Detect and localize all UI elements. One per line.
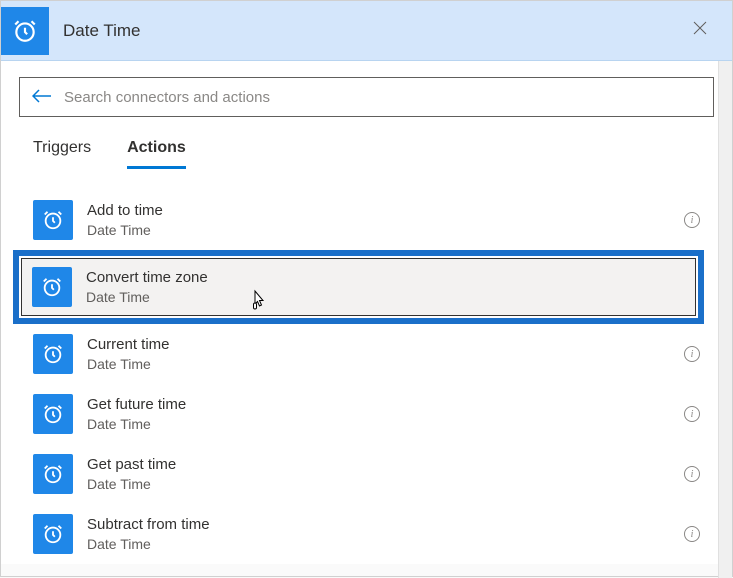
clock-icon xyxy=(42,463,64,485)
action-title: Subtract from time xyxy=(87,515,676,535)
action-title: Convert time zone xyxy=(86,268,685,288)
action-current-time[interactable]: Current time Date Time i xyxy=(19,324,714,384)
action-add-to-time[interactable]: Add to time Date Time i xyxy=(19,190,714,250)
action-title: Get future time xyxy=(87,395,676,415)
action-convert-time-zone-highlight: Convert time zone Date Time xyxy=(13,250,704,324)
action-get-past-time[interactable]: Get past time Date Time i xyxy=(19,444,714,504)
action-get-future-time[interactable]: Get future time Date Time i xyxy=(19,384,714,444)
action-icon xyxy=(33,394,73,434)
action-subtitle: Date Time xyxy=(87,475,676,493)
back-arrow-icon[interactable] xyxy=(32,87,52,108)
tab-actions[interactable]: Actions xyxy=(127,139,186,167)
action-subtitle: Date Time xyxy=(87,535,676,553)
info-icon[interactable]: i xyxy=(684,406,700,422)
action-icon xyxy=(33,514,73,554)
search-box[interactable] xyxy=(19,77,714,117)
dialog-title: Date Time xyxy=(63,21,140,41)
info-icon[interactable]: i xyxy=(684,466,700,482)
close-button[interactable] xyxy=(686,14,714,47)
clock-icon xyxy=(41,276,63,298)
action-title: Get past time xyxy=(87,455,676,475)
action-subtitle: Date Time xyxy=(87,415,676,433)
connector-icon xyxy=(1,7,49,55)
clock-icon xyxy=(42,209,64,231)
action-subtitle: Date Time xyxy=(87,221,676,239)
action-convert-time-zone[interactable]: Convert time zone Date Time xyxy=(21,258,696,316)
clock-icon xyxy=(42,523,64,545)
clock-icon xyxy=(42,403,64,425)
action-subtitle: Date Time xyxy=(87,355,676,373)
action-title: Add to time xyxy=(87,201,676,221)
action-icon xyxy=(32,267,72,307)
scrollbar[interactable] xyxy=(718,61,732,578)
dialog-header: Date Time xyxy=(1,1,732,61)
tab-triggers[interactable]: Triggers xyxy=(33,139,91,167)
action-icon xyxy=(33,334,73,374)
actions-list: Add to time Date Time i Convert time zon… xyxy=(19,190,714,564)
action-icon xyxy=(33,454,73,494)
clock-icon xyxy=(42,343,64,365)
search-input[interactable] xyxy=(64,89,701,106)
info-icon[interactable]: i xyxy=(684,212,700,228)
action-icon xyxy=(33,200,73,240)
action-subtract-from-time[interactable]: Subtract from time Date Time i xyxy=(19,504,714,564)
info-icon[interactable]: i xyxy=(684,346,700,362)
action-subtitle: Date Time xyxy=(86,288,685,306)
tab-bar: Triggers Actions xyxy=(19,139,714,168)
close-icon xyxy=(692,20,708,36)
info-icon[interactable]: i xyxy=(684,526,700,542)
clock-icon xyxy=(12,18,38,44)
action-title: Current time xyxy=(87,335,676,355)
